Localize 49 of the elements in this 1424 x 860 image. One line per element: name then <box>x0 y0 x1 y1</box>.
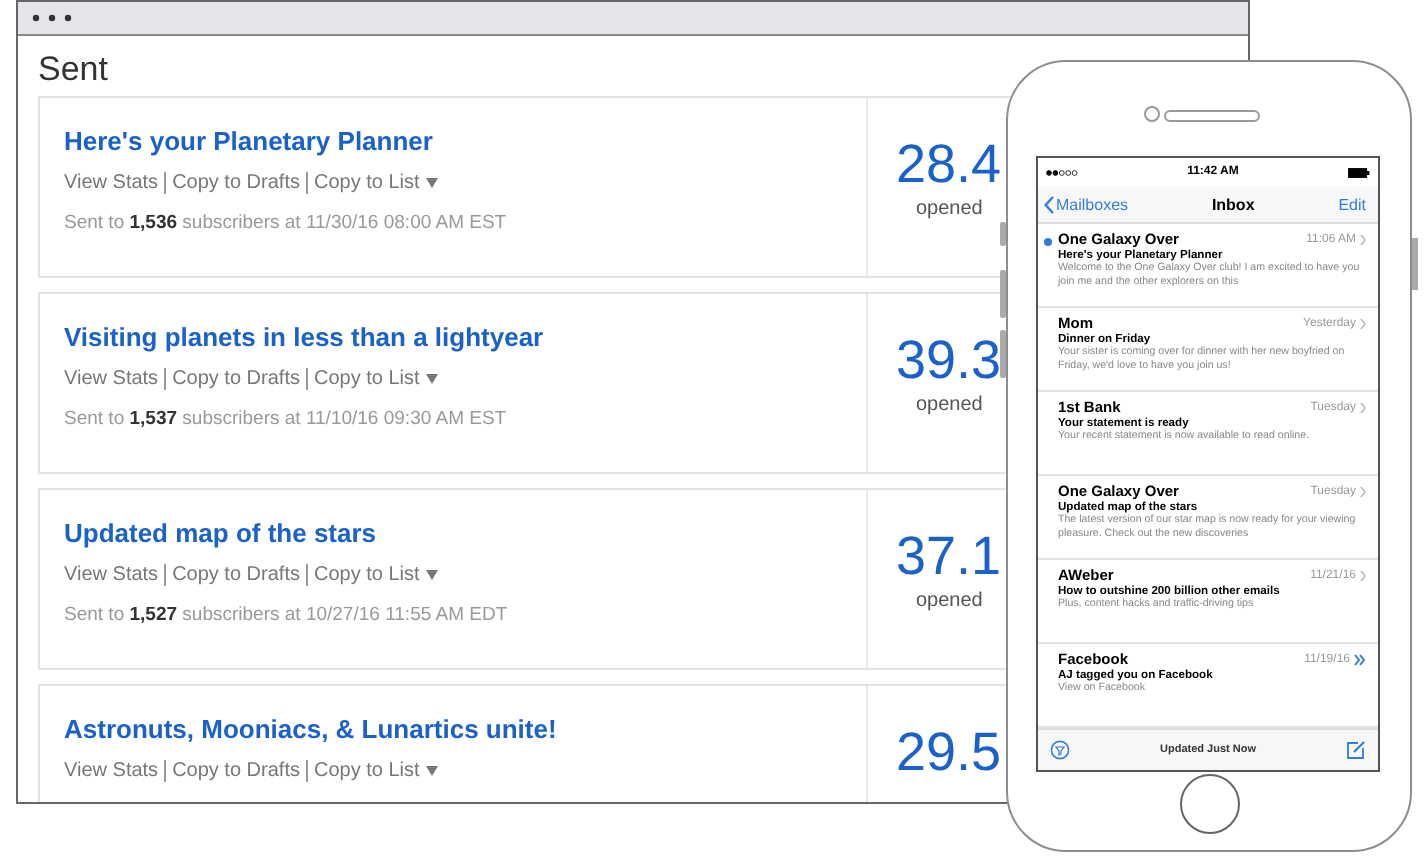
rate-label: opened <box>916 590 983 612</box>
action-link[interactable]: Copy to List <box>305 564 444 586</box>
window-dots-icon <box>32 14 76 22</box>
open-rate: 39.3 <box>896 330 1002 390</box>
back-button[interactable]: Mailboxes <box>1044 195 1129 213</box>
action-link[interactable]: Copy to List <box>305 172 444 194</box>
chevron-icon <box>1360 569 1366 581</box>
edit-button[interactable]: Edit <box>1338 195 1366 213</box>
action-link[interactable]: View Stats <box>64 760 165 782</box>
chevron-icon <box>1360 401 1366 413</box>
camera-lens <box>1144 106 1160 122</box>
caret-icon <box>425 570 438 580</box>
caret-icon <box>425 766 438 776</box>
open-rate: 28.4 <box>896 134 1002 194</box>
battery-icon <box>1347 167 1370 177</box>
action-link[interactable]: Copy to List <box>305 760 444 782</box>
action-link[interactable]: Copy to Drafts <box>164 368 306 390</box>
action-link[interactable]: Copy to Drafts <box>164 172 306 194</box>
action-link[interactable]: Copy to Drafts <box>164 564 306 586</box>
inbox-title: Inbox <box>1211 195 1255 213</box>
campaign-title[interactable]: Here's your Planetary Planner <box>64 126 433 156</box>
sent-info: Sent to 1,537 subscribers at 11/10/16 09:30 AM EST <box>64 408 507 430</box>
chevron-icon <box>1360 317 1366 329</box>
open-rate: 37.1 <box>896 526 1002 586</box>
rate-label: opened <box>916 198 983 220</box>
action-link[interactable]: Copy to List <box>305 368 444 390</box>
compose-icon[interactable] <box>1345 740 1366 760</box>
home-button[interactable] <box>1180 774 1240 834</box>
sent-info: Sent to 1,536 subscribers at 11/30/16 08:00 AM EST <box>64 212 507 234</box>
campaign-title[interactable]: Updated map of the stars <box>64 518 377 548</box>
action-link[interactable]: View Stats <box>64 368 165 390</box>
open-rate: 29.5 <box>896 722 1002 782</box>
caret-icon <box>425 374 438 384</box>
filter-icon[interactable] <box>1050 740 1070 760</box>
action-link[interactable]: Copy to Drafts <box>164 760 306 782</box>
signal-icon <box>1046 169 1078 175</box>
sent-info: Sent to 1,527 subscribers at 10/27/16 11:55 AM EDT <box>64 604 508 626</box>
rate-label: opened <box>916 394 983 416</box>
action-link[interactable]: View Stats <box>64 172 165 194</box>
caret-icon <box>425 178 438 188</box>
speaker-grille <box>1164 110 1260 122</box>
action-link[interactable]: View Stats <box>64 564 165 586</box>
double-chevron-icon <box>1354 653 1366 665</box>
campaign-title[interactable]: Astronuts, Mooniacs, & Lunartics unite! <box>64 714 557 744</box>
campaign-title[interactable]: Visiting planets in less than a lightyear <box>64 322 544 352</box>
chevron-icon <box>1360 485 1366 497</box>
page-title: Sent <box>38 50 108 88</box>
back-chevron-icon <box>1044 195 1054 213</box>
chevron-icon <box>1360 233 1366 245</box>
